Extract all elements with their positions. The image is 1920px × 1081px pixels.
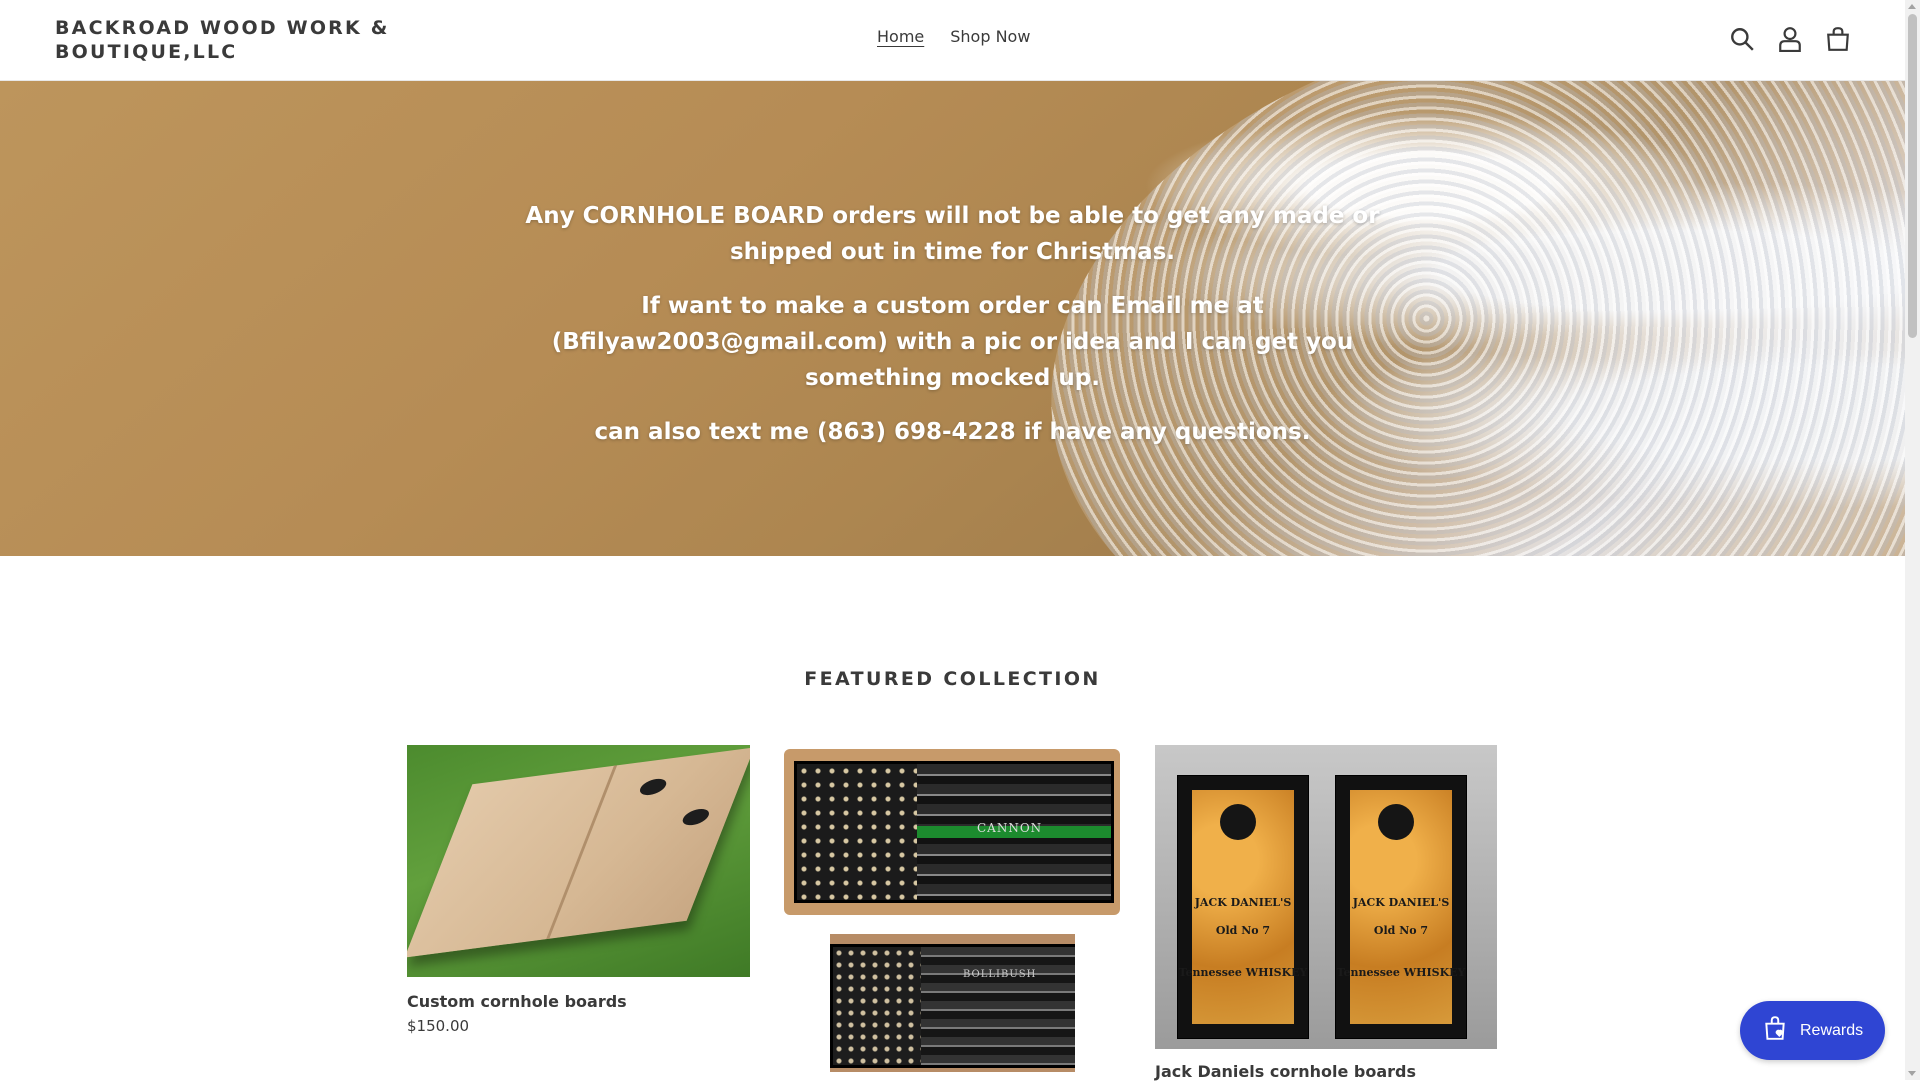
product-image-flag-display[interactable]: CANNON: [784, 749, 1120, 915]
flag-engraving: CANNON: [977, 821, 1043, 835]
jack-board-left: JACK DANIEL'S Old No 7 Tennessee WHISKEY: [1177, 775, 1309, 1039]
product-image-cornhole[interactable]: [407, 745, 750, 977]
cornhole-board: [407, 747, 750, 958]
main-nav: Home Shop Now: [877, 27, 1030, 46]
product-title[interactable]: Jack Daniels cornhole boards: [1155, 1062, 1416, 1081]
account-icon[interactable]: [1777, 24, 1803, 54]
hero-announcement: Any CORNHOLE BOARD orders will not be ab…: [520, 198, 1385, 468]
hero-banner: Any CORNHOLE BOARD orders will not be ab…: [0, 81, 1905, 556]
jack-board-right: JACK DANIEL'S Old No 7 Tennessee WHISKEY: [1335, 775, 1467, 1039]
hero-paragraph: can also text me (863) 698-4228 if have …: [594, 419, 1311, 445]
rewards-button[interactable]: Rewards: [1740, 1001, 1885, 1060]
product-image-jack-daniels[interactable]: JACK DANIEL'S Old No 7 Tennessee WHISKEY…: [1155, 745, 1497, 1049]
scroll-up-arrow[interactable]: [1908, 4, 1916, 9]
flag-engraving: BOLLIBUSH: [963, 969, 1037, 980]
site-header: BACKROAD WOOD WORK & BOUTIQUE,LLC Home S…: [0, 0, 1905, 81]
scroll-down-arrow[interactable]: [1908, 1071, 1916, 1076]
featured-collection-title: FEATURED COLLECTION: [804, 668, 1101, 690]
page-scrollbar[interactable]: [1905, 0, 1920, 1080]
rewards-label: Rewards: [1800, 1021, 1864, 1039]
product-image-flag-display-alt[interactable]: BOLLIBUSH: [830, 934, 1075, 1072]
search-icon[interactable]: [1729, 24, 1755, 54]
gift-bag-icon: [1762, 1015, 1788, 1046]
product-card[interactable]: Jack Daniels cornhole boards: [1155, 1062, 1416, 1081]
scroll-thumb[interactable]: [1908, 14, 1917, 338]
nav-home[interactable]: Home: [877, 27, 924, 46]
product-title[interactable]: Custom cornhole boards: [407, 992, 627, 1011]
site-logo[interactable]: BACKROAD WOOD WORK & BOUTIQUE,LLC: [55, 16, 395, 64]
header-icons: [1729, 24, 1851, 54]
hero-paragraph: If want to make a custom order can Email…: [551, 293, 1354, 391]
cart-icon[interactable]: [1825, 24, 1851, 54]
hero-paragraph: Any CORNHOLE BOARD orders will not be ab…: [525, 203, 1380, 265]
product-price: $150.00: [407, 1017, 470, 1035]
nav-shop-now[interactable]: Shop Now: [950, 27, 1030, 46]
product-card[interactable]: Custom cornhole boards $150.00: [407, 992, 627, 1035]
